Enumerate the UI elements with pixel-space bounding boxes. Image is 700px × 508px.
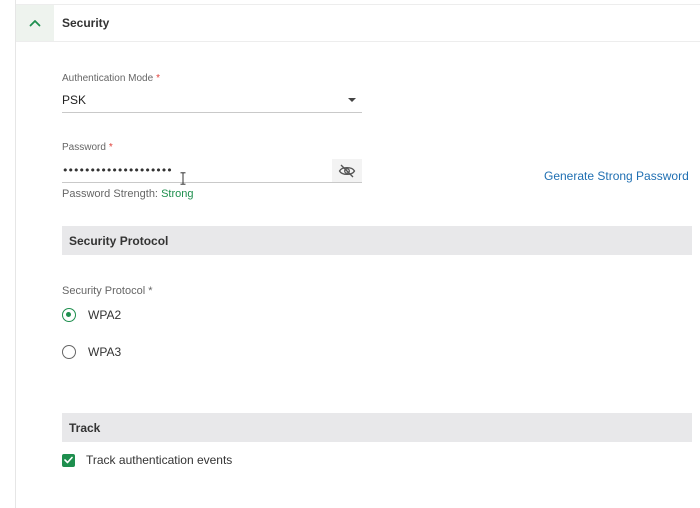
- password-field: [62, 159, 362, 183]
- security-settings-page: Security Authentication Mode * PSK Passwo…: [0, 0, 700, 508]
- auth-mode-label-text: Authentication Mode: [62, 73, 154, 84]
- left-divider: [15, 0, 16, 508]
- required-marker: *: [156, 73, 161, 84]
- security-protocol-field-label: Security Protocol *: [62, 285, 153, 297]
- security-protocol-title: Security Protocol: [69, 234, 169, 248]
- security-section-header: Security: [16, 4, 700, 42]
- radio-button-selected[interactable]: [62, 308, 76, 322]
- collapse-section-button[interactable]: [16, 5, 54, 41]
- track-subheader: Track: [62, 413, 692, 442]
- caret-down-icon: [348, 98, 356, 102]
- auth-mode-select[interactable]: PSK: [62, 88, 362, 113]
- radio-button-unselected[interactable]: [62, 345, 76, 359]
- text-cursor-icon: [180, 172, 186, 185]
- radio-label-wpa2: WPA2: [88, 308, 122, 322]
- chevron-up-icon: [29, 20, 41, 27]
- eye-slash-icon: [338, 164, 356, 177]
- radio-label-wpa3: WPA3: [88, 345, 122, 359]
- password-strength: Password Strength: Strong: [62, 188, 193, 200]
- radio-option-wpa3[interactable]: WPA3: [62, 342, 121, 362]
- generate-strong-password-link[interactable]: Generate Strong Password: [544, 169, 689, 183]
- track-auth-events-label: Track authentication events: [86, 453, 233, 467]
- section-title: Security: [62, 16, 110, 30]
- auth-mode-value: PSK: [62, 93, 87, 107]
- security-protocol-subheader: Security Protocol: [62, 226, 692, 255]
- track-auth-events-checkbox[interactable]: [62, 453, 75, 467]
- checkmark-icon: [64, 456, 73, 464]
- track-title: Track: [69, 421, 101, 435]
- auth-mode-label: Authentication Mode *: [62, 73, 160, 84]
- password-label: Password *: [62, 142, 113, 153]
- password-input[interactable]: [62, 159, 312, 181]
- password-strength-label: Password Strength:: [62, 188, 158, 200]
- toggle-password-visibility-button[interactable]: [332, 159, 362, 182]
- required-marker: *: [108, 142, 113, 153]
- password-label-text: Password: [62, 142, 106, 153]
- track-auth-events-option[interactable]: Track authentication events: [62, 452, 232, 468]
- password-strength-value: Strong: [161, 188, 194, 200]
- radio-option-wpa2[interactable]: WPA2: [62, 305, 121, 325]
